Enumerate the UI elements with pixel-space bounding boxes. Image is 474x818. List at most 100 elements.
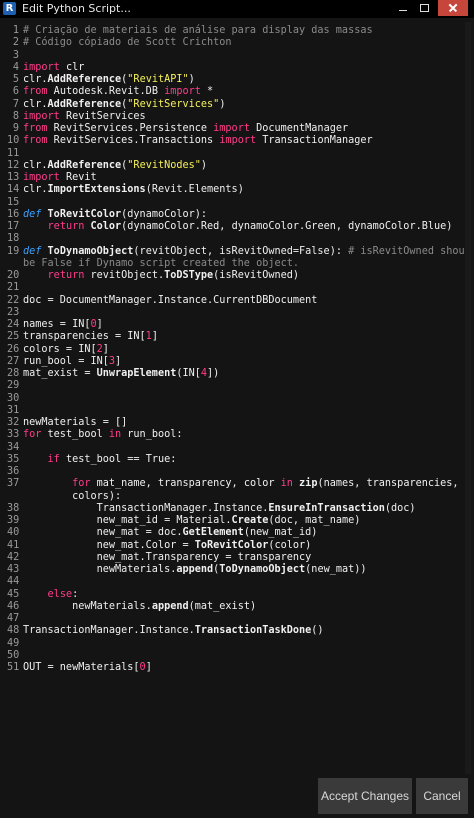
- code-token: new_mat.Transparency = transparency: [23, 551, 312, 563]
- code-token: append: [176, 564, 214, 575]
- editor-scrollbar[interactable]: [465, 22, 471, 774]
- line-number: 6: [12, 86, 19, 98]
- code-line: 17 return Color(dynamoColor.Red, dynamoC…: [7, 221, 465, 233]
- code-line: 11: [7, 148, 465, 160]
- code-token: "RevitNodes": [127, 159, 201, 171]
- code-token: ImportExtensions: [47, 184, 146, 196]
- code-token: (mat_exist): [188, 600, 257, 612]
- code-line: 28 mat_exist = UnwrapElement(IN[4]): [7, 368, 465, 380]
- code-line: 9 from RevitServices.Persistence import D…: [7, 123, 465, 135]
- code-line: 51 OUT = newMaterials[0]: [7, 662, 465, 674]
- line-number: 8: [12, 110, 19, 122]
- code-area[interactable]: 1 # Criação de materiais de análise para …: [7, 25, 465, 674]
- code-line: 24 names = IN[0]: [7, 319, 465, 331]
- maximize-icon[interactable]: [414, 0, 436, 16]
- code-token: test_bool == True:: [59, 453, 177, 465]
- code-line: 13 import Revit: [7, 172, 465, 184]
- code-token: new_mat_id = Material.: [23, 515, 232, 526]
- code-token: ToRevitColor: [194, 539, 269, 551]
- code-token: new_mat.Color =: [23, 539, 195, 551]
- code-token: (new_mat_id): [243, 527, 318, 539]
- code-token: new_mat = doc.: [23, 527, 183, 539]
- line-number: 49: [7, 637, 20, 649]
- line-number: 41: [7, 539, 20, 551]
- code-line: 8 import RevitServices: [7, 111, 465, 123]
- code-line: 16 def ToRevitColor(dynamoColor):: [7, 209, 465, 221]
- line-number: 29: [7, 380, 20, 392]
- code-line: 2 # Código cópiado de Scott Crichton: [7, 37, 465, 49]
- code-token: "RevitServices": [127, 98, 220, 110]
- code-line: colors):: [7, 491, 465, 503]
- line-number: 12: [7, 159, 20, 171]
- code-line: 45 else:: [7, 589, 465, 601]
- code-token: import: [164, 86, 201, 98]
- code-token: (new_mat)): [305, 564, 367, 575]
- code-token: names = IN[: [23, 319, 91, 330]
- code-token: (doc): [384, 502, 416, 514]
- code-token: ]: [151, 331, 158, 343]
- code-token: newMaterials = []: [23, 417, 128, 428]
- code-token: ): [200, 159, 208, 171]
- code-token: colors):: [23, 490, 122, 502]
- code-token: run_bool = IN[: [23, 355, 109, 367]
- line-number: 42: [7, 551, 20, 563]
- revit-app-icon: R: [3, 2, 16, 15]
- line-number: 18: [7, 233, 20, 245]
- code-token: TransactionManager: [256, 135, 373, 147]
- code-token: ]: [115, 355, 122, 367]
- code-line: 30: [7, 393, 465, 405]
- code-line: 34: [7, 442, 465, 454]
- code-line: 21: [7, 282, 465, 294]
- cancel-button[interactable]: Cancel: [416, 778, 468, 814]
- code-line: 27 run_bool = IN[3]: [7, 356, 465, 368]
- code-token: if: [47, 453, 60, 465]
- code-token: mat_exist =: [23, 368, 97, 379]
- code-line: 4 import clr: [7, 62, 465, 74]
- code-token: import: [219, 135, 257, 147]
- line-number: 32: [7, 417, 20, 428]
- code-token: Autodesk.Revit.DB: [47, 86, 165, 98]
- line-number: 13: [7, 172, 20, 183]
- minimize-icon[interactable]: [392, 0, 414, 16]
- code-line: 23: [7, 307, 465, 319]
- line-number: 11: [7, 147, 20, 159]
- line-number: 19: [7, 245, 20, 257]
- code-line: 31: [7, 405, 465, 417]
- code-line: 7 clr.AddReference("RevitServices"): [7, 99, 465, 111]
- code-line: 50: [7, 650, 465, 662]
- code-token: RevitServices.Persistence: [47, 123, 214, 134]
- line-number: 47: [7, 613, 20, 624]
- line-number: 51: [7, 662, 20, 673]
- line-number: 43: [7, 564, 20, 575]
- code-line: 33 for test_bool in run_bool:: [7, 429, 465, 441]
- close-icon[interactable]: [438, 0, 468, 16]
- line-number: 21: [7, 282, 20, 294]
- code-token: (Revit.Elements): [145, 184, 244, 196]
- line-number: 5: [12, 74, 19, 85]
- code-line: 5 clr.AddReference("RevitAPI"): [7, 74, 465, 86]
- code-line: 20 return revitObject.ToDSType(isRevitOw…: [7, 270, 465, 282]
- line-number: 40: [7, 527, 20, 539]
- code-token: append: [151, 600, 189, 612]
- code-token: Color: [90, 221, 122, 232]
- code-token: ]: [96, 319, 103, 330]
- line-number: 34: [7, 441, 20, 453]
- code-line: 18: [7, 233, 465, 245]
- code-token: :: [72, 588, 79, 600]
- code-line: 47: [7, 613, 465, 625]
- code-token: UnwrapElement: [96, 368, 177, 379]
- code-token: import: [23, 61, 60, 73]
- code-token: (dynamoColor):: [121, 208, 208, 220]
- code-line: 12 clr.AddReference("RevitNodes"): [7, 160, 465, 172]
- code-token: else: [47, 588, 73, 600]
- code-token: AddReference: [47, 159, 122, 171]
- code-editor[interactable]: 1 # Criação de materiais de análise para …: [7, 22, 465, 774]
- accept-changes-button[interactable]: Accept Changes: [318, 778, 412, 814]
- line-number: 14: [7, 184, 20, 196]
- code-line: 43 newMaterials.append(ToDynamoObject(ne…: [7, 564, 465, 576]
- line-number: 22: [7, 294, 20, 306]
- line-number: 3: [12, 49, 19, 61]
- code-token: ToDynamoObject: [47, 245, 134, 257]
